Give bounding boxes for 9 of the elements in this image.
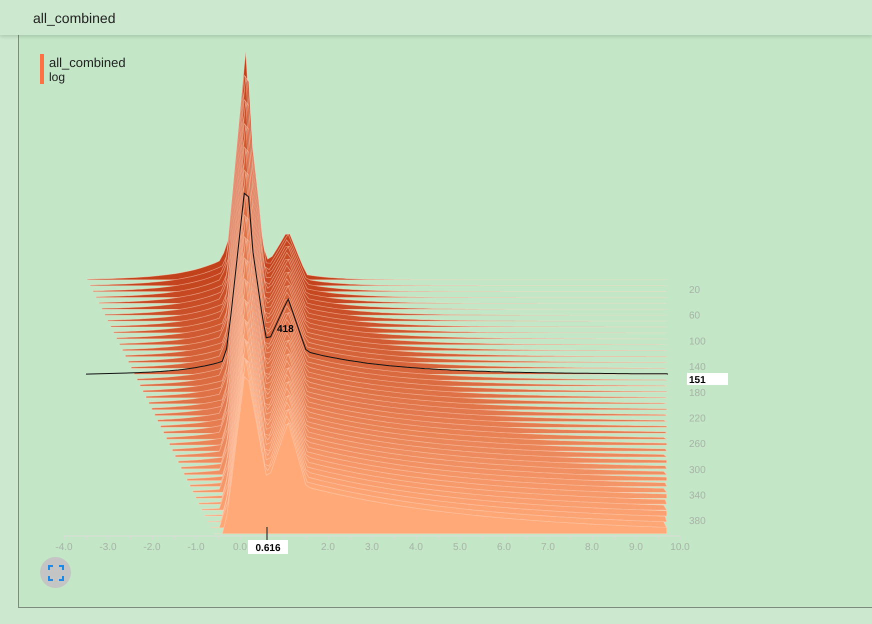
fullscreen-icon bbox=[48, 564, 64, 580]
legend-swatch bbox=[40, 54, 44, 84]
fullscreen-button[interactable] bbox=[40, 557, 71, 588]
x-value-label: 0.616 bbox=[248, 540, 288, 554]
step-label: 151 bbox=[687, 373, 728, 386]
count-label: 418 bbox=[277, 324, 294, 335]
section-title: all_combined bbox=[33, 10, 116, 26]
legend-name: all_combined bbox=[49, 55, 126, 70]
legend-scale: log bbox=[49, 70, 66, 84]
